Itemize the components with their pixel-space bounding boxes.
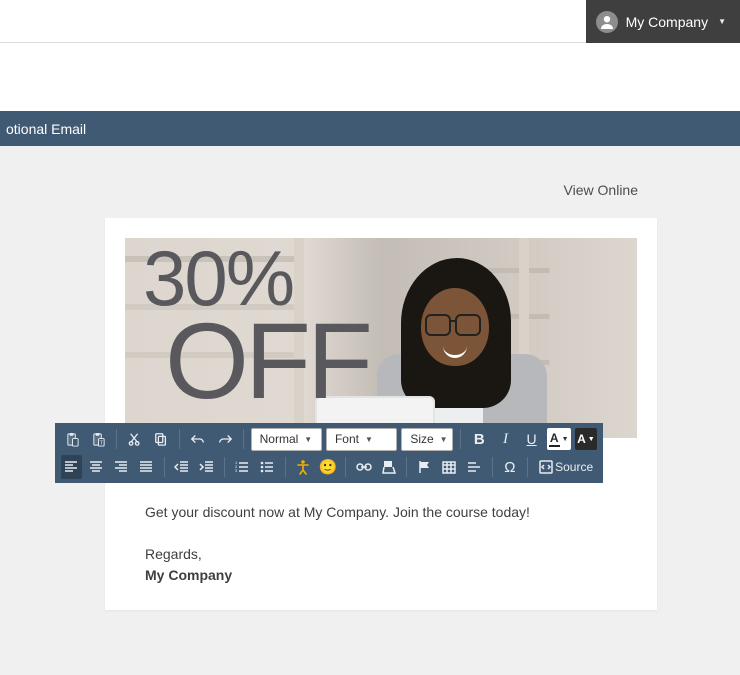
- align-center-button[interactable]: [86, 455, 107, 479]
- promo-off: OFF: [165, 313, 369, 408]
- link-button[interactable]: [353, 455, 374, 479]
- font-size-label: Size: [410, 432, 433, 446]
- background-color-button[interactable]: A▼: [575, 428, 597, 450]
- font-family-label: Font: [335, 432, 359, 446]
- signature-text: My Company: [145, 565, 617, 586]
- body-main-text: Get your discount now at My Company. Joi…: [145, 502, 617, 523]
- user-menu[interactable]: My Company ▼: [586, 0, 740, 43]
- hero-image: 30% OFF: [125, 238, 637, 438]
- align-right-button[interactable]: [111, 455, 132, 479]
- font-family-select[interactable]: Font ▼: [326, 428, 397, 451]
- page-header-area: [0, 43, 740, 111]
- chevron-down-icon: ▼: [440, 435, 448, 444]
- smiley-icon: 🙂: [319, 458, 338, 476]
- chevron-down-icon: ▼: [588, 436, 595, 443]
- emoji-button[interactable]: 🙂: [318, 455, 339, 479]
- paragraph-format-label: Normal: [260, 432, 299, 446]
- special-char-button[interactable]: Ω: [499, 455, 520, 479]
- indent-button[interactable]: [196, 455, 217, 479]
- chevron-down-icon: ▼: [304, 435, 312, 444]
- paragraph-format-select[interactable]: Normal ▼: [251, 428, 322, 451]
- view-online-link[interactable]: View Online: [564, 182, 638, 198]
- redo-button[interactable]: [214, 427, 236, 451]
- table-button[interactable]: [439, 455, 460, 479]
- paste-button[interactable]: [61, 427, 83, 451]
- cut-button[interactable]: [124, 427, 146, 451]
- align-left-button[interactable]: [61, 455, 82, 479]
- numbered-list-button[interactable]: 123: [232, 455, 253, 479]
- avatar-icon: [596, 11, 618, 33]
- horizontal-rule-button[interactable]: [464, 455, 485, 479]
- user-menu-label: My Company: [626, 14, 708, 30]
- svg-text:3: 3: [235, 468, 238, 473]
- undo-button[interactable]: [187, 427, 209, 451]
- copy-button[interactable]: [150, 427, 172, 451]
- font-size-select[interactable]: Size ▼: [401, 428, 453, 451]
- outdent-button[interactable]: [171, 455, 192, 479]
- bulleted-list-button[interactable]: [257, 455, 278, 479]
- editor-toolbar: T Normal ▼ Font ▼ Size ▼ B I: [55, 423, 603, 483]
- bold-button[interactable]: B: [468, 427, 490, 451]
- text-color-button[interactable]: A▼: [547, 428, 571, 450]
- promo-overlay: 30% OFF: [143, 244, 369, 408]
- align-justify-button[interactable]: [136, 455, 157, 479]
- signoff-text: Regards,: [145, 544, 617, 565]
- top-nav: My Company ▼: [0, 0, 740, 43]
- chevron-down-icon: ▼: [365, 435, 373, 444]
- anchor-button[interactable]: [378, 455, 399, 479]
- accessibility-button[interactable]: [293, 455, 314, 479]
- chevron-down-icon: ▼: [562, 436, 569, 443]
- italic-button[interactable]: I: [494, 427, 516, 451]
- flag-button[interactable]: [414, 455, 435, 479]
- email-card: 30% OFF Hi Get your discount now at My C…: [105, 218, 657, 610]
- underline-button[interactable]: U: [521, 427, 543, 451]
- tab-bar: otional Email: [0, 111, 740, 146]
- chevron-down-icon: ▼: [718, 17, 726, 26]
- paste-text-button[interactable]: T: [87, 427, 109, 451]
- source-button[interactable]: Source: [535, 455, 597, 479]
- source-label: Source: [555, 460, 593, 474]
- tab-title[interactable]: otional Email: [6, 121, 86, 137]
- svg-text:T: T: [99, 440, 103, 446]
